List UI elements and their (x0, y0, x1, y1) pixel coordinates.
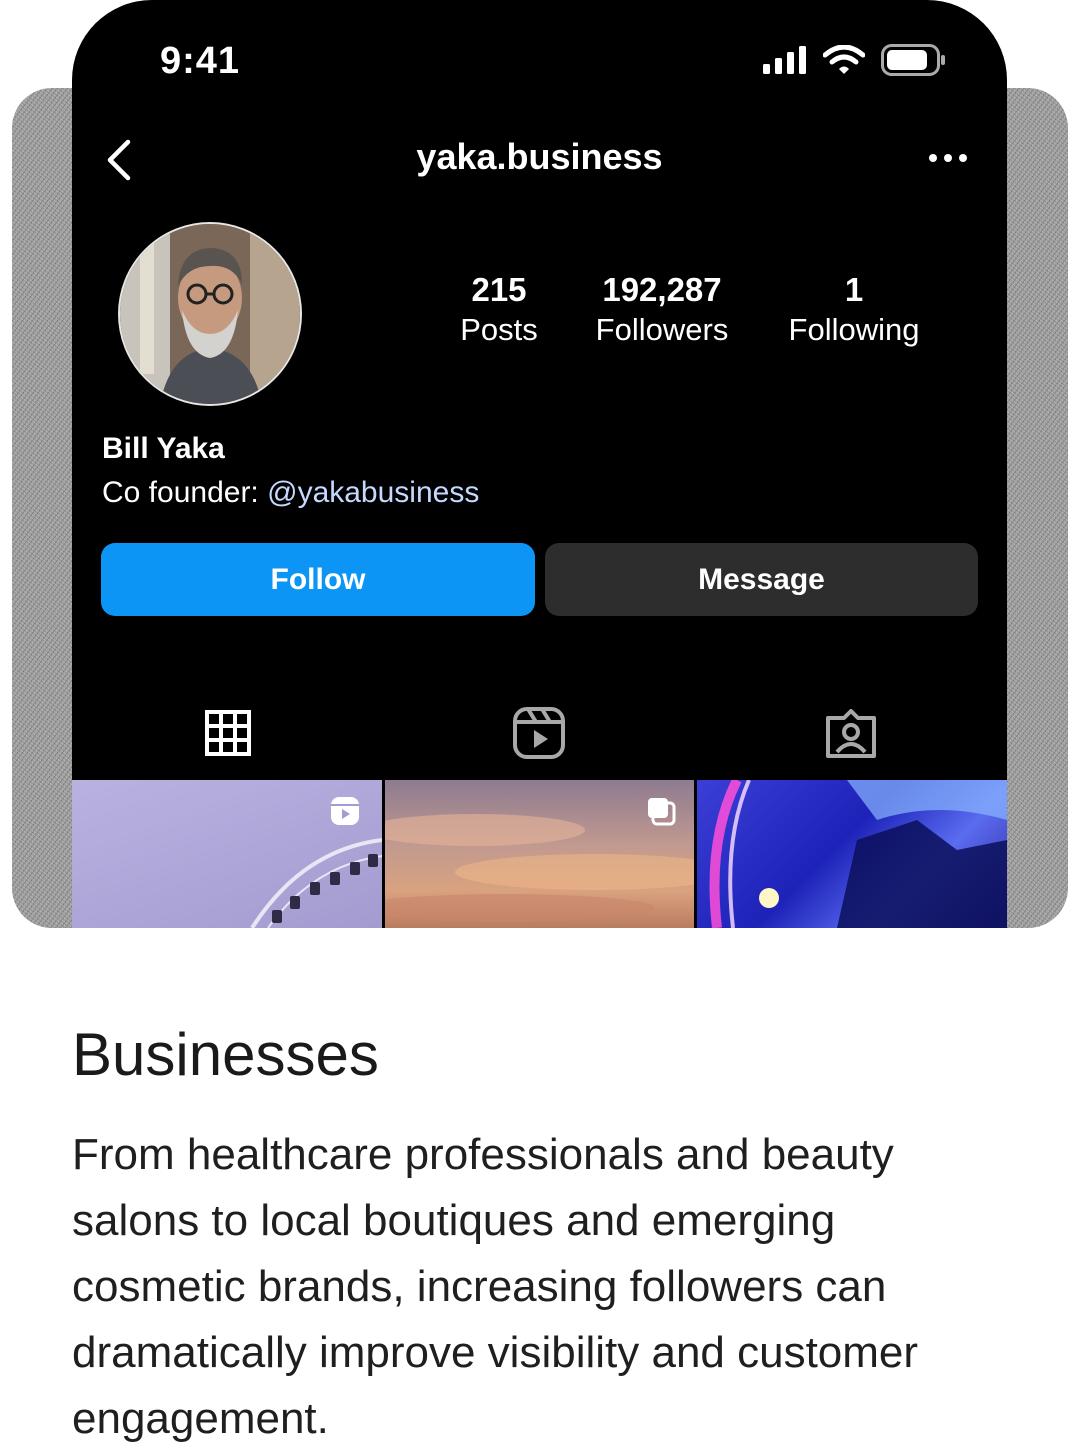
battery-icon (881, 44, 945, 76)
avatar[interactable] (118, 222, 302, 406)
status-time: 9:41 (160, 40, 241, 82)
profile-bio: Co founder: @yakabusiness (102, 476, 479, 510)
section-heading: Businesses (72, 1021, 379, 1088)
concert-lights-image (709, 780, 1007, 928)
stat-posts[interactable]: 215 Posts (432, 270, 566, 350)
wifi-icon (823, 45, 865, 74)
grid-icon[interactable] (201, 706, 255, 760)
bio-text: Co founder: (102, 476, 268, 509)
profile-name: Bill Yaka (102, 432, 225, 465)
phone-screen: 9:41 yaka.business 215 Posts 192,287 Fol… (72, 0, 1007, 928)
follow-button[interactable]: Follow (101, 543, 535, 616)
stat-label: Posts (460, 311, 538, 347)
message-button[interactable]: Message (545, 543, 978, 616)
profile-username: yaka.business (416, 136, 663, 177)
status-icons (763, 44, 947, 76)
signal-bars-icon (763, 46, 806, 74)
section-description: From healthcare professionals and beauty… (72, 1130, 919, 1443)
reels-icon[interactable] (512, 706, 566, 760)
post-grid (72, 780, 1007, 928)
post-thumbnail[interactable] (72, 780, 382, 928)
stat-followers[interactable]: 192,287 Followers (566, 270, 758, 350)
stat-label: Followers (595, 311, 729, 347)
more-dots-icon[interactable] (929, 150, 969, 166)
tagged-icon[interactable] (824, 706, 878, 760)
stat-value: 1 (844, 271, 864, 308)
reel-badge-icon (330, 797, 359, 825)
stat-value: 215 (471, 271, 527, 308)
post-thumbnail[interactable] (384, 780, 695, 928)
stat-following[interactable]: 1 Following (758, 270, 950, 350)
stat-label: Following (788, 311, 920, 347)
bio-mention-link[interactable]: @yakabusiness (267, 476, 479, 509)
profile-stats: 215 Posts 192,287 Followers 1 Following (432, 270, 950, 350)
post-thumbnail[interactable] (697, 780, 1007, 928)
profile-photo (120, 224, 300, 404)
carousel-badge-icon (648, 798, 676, 826)
stat-value: 192,287 (602, 271, 722, 308)
